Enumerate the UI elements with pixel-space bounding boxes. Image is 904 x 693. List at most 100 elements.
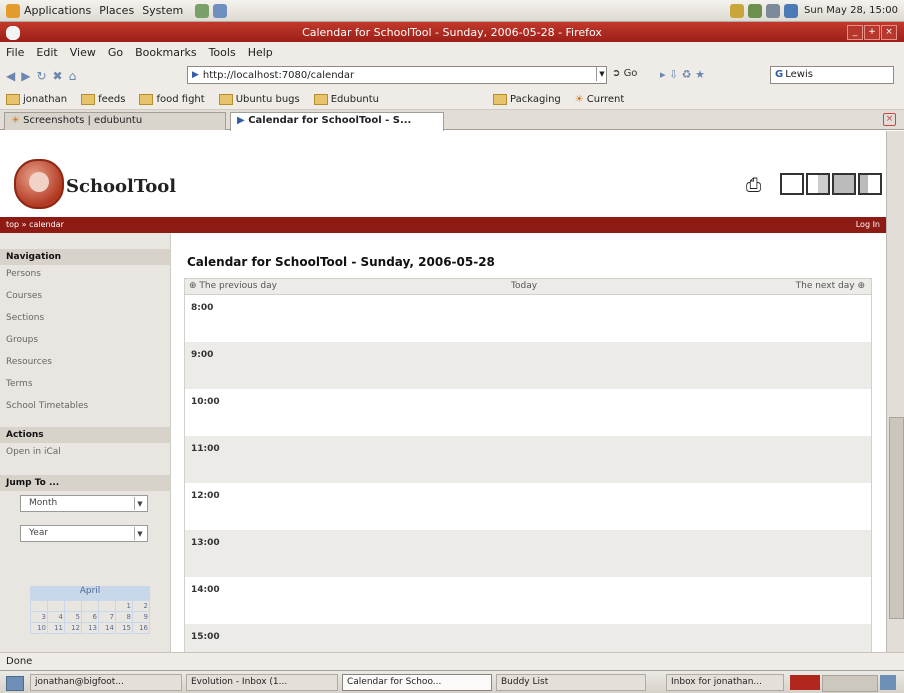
layout-year-icon[interactable] xyxy=(858,173,882,195)
task-firefox[interactable]: Calendar for Schoo... xyxy=(342,674,492,691)
launcher-icon[interactable] xyxy=(195,3,210,18)
mini-calendar-day[interactable]: 13 xyxy=(81,622,99,634)
login-link[interactable]: Log In xyxy=(856,220,880,229)
today-link[interactable]: Today xyxy=(511,281,537,291)
home-icon[interactable]: ⌂ xyxy=(69,69,77,83)
bookmark-item[interactable]: Ubuntu bugs xyxy=(218,94,300,105)
sidebar-item-open-ical[interactable]: Open in iCal xyxy=(6,447,61,457)
mini-calendar-day[interactable]: 15 xyxy=(115,622,133,634)
vertical-scrollbar[interactable] xyxy=(886,131,904,652)
bookmark-item[interactable]: Packaging xyxy=(493,94,561,105)
workspace-switcher[interactable] xyxy=(822,675,878,692)
bookmark-item[interactable]: food fight xyxy=(139,94,205,105)
menu-tools[interactable]: Tools xyxy=(209,46,236,59)
launcher-icon[interactable] xyxy=(213,3,228,18)
task-inbox[interactable]: Inbox for jonathan... xyxy=(666,674,784,691)
sidebar-item-persons[interactable]: Persons xyxy=(6,269,41,279)
month-select[interactable]: Month ▼ xyxy=(20,495,148,512)
mini-calendar-day[interactable]: 10 xyxy=(30,622,48,634)
layout-month-icon[interactable] xyxy=(832,173,856,195)
bookmark-item[interactable]: feeds xyxy=(81,94,125,105)
search-input[interactable]: G Lewis xyxy=(770,66,894,84)
mini-calendar-day[interactable]: 3 xyxy=(30,611,48,623)
hour-slot-10[interactable]: 10:00 xyxy=(184,389,872,436)
layout-week-icon[interactable] xyxy=(806,173,830,195)
mini-calendar-day[interactable]: 8 xyxy=(115,611,133,623)
sidebar-item-school-timetables[interactable]: School Timetables xyxy=(6,401,88,411)
url-bar[interactable]: ▶ http://localhost:7080/calendar xyxy=(187,66,607,84)
maximize-icon[interactable]: + xyxy=(864,25,880,40)
stop-icon[interactable]: ✖ xyxy=(53,69,63,83)
mini-calendar-day[interactable]: 16 xyxy=(132,622,150,634)
mini-calendar-day[interactable]: 9 xyxy=(132,611,150,623)
trash-icon[interactable] xyxy=(880,675,896,690)
hour-slot-12[interactable]: 12:00 xyxy=(184,483,872,530)
panel-clock[interactable]: Sun May 28, 15:00 xyxy=(804,5,898,16)
mini-calendar-day[interactable]: 12 xyxy=(64,622,82,634)
bookmark-item[interactable]: jonathan xyxy=(6,94,67,105)
reload-icon[interactable]: ↻ xyxy=(36,69,46,83)
mini-calendar-day[interactable] xyxy=(81,600,99,612)
print-icon[interactable]: ⎙ xyxy=(746,174,761,196)
url-dropdown-icon[interactable]: ▼ xyxy=(596,67,607,81)
menu-bookmarks[interactable]: Bookmarks xyxy=(135,46,196,59)
tab-calendar[interactable]: ▶ Calendar for SchoolTool - S... xyxy=(230,112,444,131)
menu-view[interactable]: View xyxy=(70,46,96,59)
mini-calendar-day[interactable] xyxy=(64,600,82,612)
menu-go[interactable]: Go xyxy=(108,46,123,59)
next-day-link[interactable]: The next day ⊕ xyxy=(796,281,865,291)
sidebar-item-resources[interactable]: Resources xyxy=(6,357,52,367)
gnome-foot-icon[interactable] xyxy=(6,3,20,18)
url-text[interactable]: http://localhost:7080/calendar xyxy=(203,70,354,81)
dropdown-arrow-icon[interactable]: ▼ xyxy=(134,497,145,510)
tray-icon[interactable] xyxy=(784,3,799,18)
year-select[interactable]: Year ▼ xyxy=(20,525,148,542)
menu-edit[interactable]: Edit xyxy=(36,46,57,59)
task-terminal[interactable]: jonathan@bigfoot... xyxy=(30,674,182,691)
layout-single-icon[interactable] xyxy=(780,173,804,195)
mini-calendar-day[interactable]: 1 xyxy=(115,600,133,612)
task-evolution[interactable]: Evolution - Inbox (1... xyxy=(186,674,338,691)
show-desktop-icon[interactable] xyxy=(6,676,24,691)
hour-slot-8[interactable]: 8:00 xyxy=(184,295,872,342)
mini-calendar-day[interactable]: 2 xyxy=(132,600,150,612)
tray-icon[interactable] xyxy=(730,3,745,18)
hour-slot-14[interactable]: 14:00 xyxy=(184,577,872,624)
hour-slot-13[interactable]: 13:00 xyxy=(184,530,872,577)
tab-screenshots[interactable]: ☀ Screenshots | edubuntu xyxy=(4,112,226,130)
mini-calendar-day[interactable]: 7 xyxy=(98,611,116,623)
close-tab-icon[interactable]: × xyxy=(883,113,896,126)
mini-calendar-day[interactable]: 5 xyxy=(64,611,82,623)
mini-calendar-day[interactable] xyxy=(47,600,65,612)
bookmark-item[interactable]: Edubuntu xyxy=(313,94,379,105)
schooltool-name[interactable]: SchoolTool xyxy=(66,176,176,197)
scrollbar-thumb[interactable] xyxy=(889,417,904,619)
go-button[interactable]: ➲ Go xyxy=(612,68,637,79)
volume-icon[interactable] xyxy=(766,3,781,18)
schooltool-logo[interactable] xyxy=(14,159,64,209)
hour-slot-11[interactable]: 11:00 xyxy=(184,436,872,483)
mini-calendar-day[interactable]: 4 xyxy=(47,611,65,623)
close-icon[interactable]: × xyxy=(881,25,897,40)
task-buddy-list[interactable]: Buddy List xyxy=(496,674,646,691)
breadcrumb[interactable]: top » calendar xyxy=(6,220,64,229)
hour-slot-15[interactable]: 15:00 xyxy=(184,624,872,652)
sidebar-item-courses[interactable]: Courses xyxy=(6,291,42,301)
network-icon[interactable] xyxy=(748,3,763,18)
window-titlebar[interactable]: Calendar for SchoolTool - Sunday, 2006-0… xyxy=(0,22,904,42)
panel-menu-applications[interactable]: Applications xyxy=(24,4,91,17)
toolbar-extra-icon[interactable]: ▸ ⇩ ♻ ★ xyxy=(660,68,705,81)
panel-menu-system[interactable]: System xyxy=(142,4,183,17)
mini-calendar-day[interactable]: 11 xyxy=(47,622,65,634)
panel-menu-places[interactable]: Places xyxy=(99,4,134,17)
sidebar-item-sections[interactable]: Sections xyxy=(6,313,44,323)
dropdown-arrow-icon[interactable]: ▼ xyxy=(134,527,145,540)
hour-slot-9[interactable]: 9:00 xyxy=(184,342,872,389)
sidebar-item-terms[interactable]: Terms xyxy=(6,379,33,389)
workspace-switcher[interactable] xyxy=(790,675,820,690)
mini-calendar-day[interactable] xyxy=(98,600,116,612)
menu-file[interactable]: File xyxy=(6,46,24,59)
bookmark-item[interactable]: ☀ Current xyxy=(575,94,625,105)
mini-calendar-day[interactable]: 14 xyxy=(98,622,116,634)
mini-calendar-month[interactable]: April xyxy=(30,586,150,600)
